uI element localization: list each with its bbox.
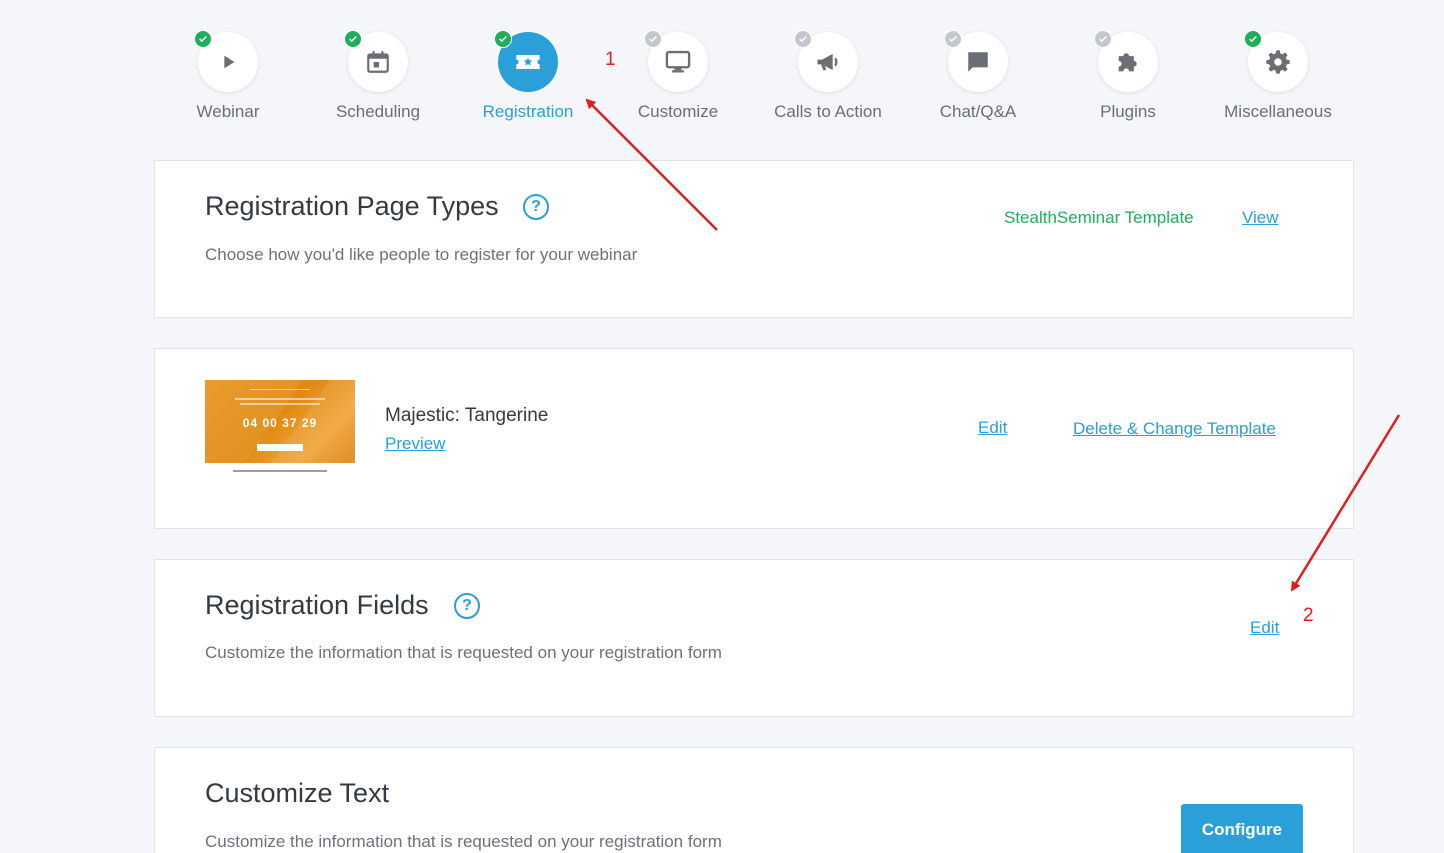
customize-text-card: Customize Text Customize the information… xyxy=(154,747,1354,853)
monitor-icon xyxy=(665,50,691,73)
template-thumbnail[interactable]: 04 00 37 29 xyxy=(205,380,355,477)
calendar-icon xyxy=(367,51,389,73)
annotation-marker-2: 2 xyxy=(1303,605,1314,626)
customize-text-description: Customize the information that is reques… xyxy=(205,832,722,851)
page-types-description: Choose how you'd like people to register… xyxy=(205,245,638,264)
edit-template-link[interactable]: Edit xyxy=(978,418,1007,438)
preview-link[interactable]: Preview xyxy=(385,434,445,454)
step-webinar[interactable]: Webinar xyxy=(148,30,308,132)
step-customize[interactable]: Customize xyxy=(598,30,758,132)
play-icon xyxy=(224,55,235,69)
check-icon xyxy=(644,30,662,48)
check-icon xyxy=(344,30,362,48)
check-icon xyxy=(194,30,212,48)
edit-fields-link[interactable]: Edit xyxy=(1250,618,1279,638)
step-calls-to-action[interactable]: Calls to Action xyxy=(748,30,908,132)
configure-button[interactable]: Configure xyxy=(1181,804,1303,853)
step-label: Scheduling xyxy=(335,102,421,121)
delete-change-template-link[interactable]: Delete & Change Template xyxy=(1073,419,1276,439)
step-label: Chat/Q&A xyxy=(939,102,1017,121)
step-scheduling[interactable]: Scheduling xyxy=(298,30,458,132)
step-chat-qa[interactable]: Chat/Q&A xyxy=(898,30,1058,132)
step-label: Miscellaneous xyxy=(1224,102,1332,121)
view-link[interactable]: View xyxy=(1242,208,1279,228)
step-label: Calls to Action xyxy=(774,102,882,121)
step-miscellaneous[interactable]: Miscellaneous xyxy=(1198,30,1358,132)
annotation-marker-1: 1 xyxy=(605,49,616,70)
help-icon[interactable]: ? xyxy=(523,194,549,220)
template-type-label: StealthSeminar Template xyxy=(1004,208,1194,227)
check-icon xyxy=(1094,30,1112,48)
puzzle-icon xyxy=(1118,53,1137,72)
page-types-title: Registration Page Types xyxy=(205,191,499,221)
gear-icon xyxy=(1266,50,1290,74)
step-registration[interactable]: Registration xyxy=(448,30,608,132)
thumbnail-countdown: 04 00 37 29 xyxy=(242,416,318,430)
check-icon xyxy=(944,30,962,48)
megaphone-icon xyxy=(817,53,838,71)
template-name: Majestic: Tangerine xyxy=(385,405,549,426)
registration-fields-card: Registration Fields ? Customize the info… xyxy=(154,559,1354,717)
check-icon xyxy=(794,30,812,48)
ticket-icon xyxy=(516,55,540,69)
step-label: Webinar xyxy=(196,102,260,121)
step-label: Registration xyxy=(482,102,574,121)
step-plugins[interactable]: Plugins xyxy=(1048,30,1208,132)
customize-text-title: Customize Text xyxy=(205,778,390,808)
template-card: 04 00 37 29 Majestic: Tangerine Preview … xyxy=(154,348,1354,529)
check-icon xyxy=(494,30,512,48)
chat-icon xyxy=(968,52,988,72)
registration-fields-title: Registration Fields xyxy=(205,590,429,620)
page-types-card: Registration Page Types ? Choose how you… xyxy=(154,160,1354,318)
check-icon xyxy=(1244,30,1262,48)
step-label: Plugins xyxy=(1100,102,1156,121)
help-icon[interactable]: ? xyxy=(454,593,480,619)
step-label: Customize xyxy=(637,102,719,121)
registration-fields-description: Customize the information that is reques… xyxy=(205,643,722,662)
